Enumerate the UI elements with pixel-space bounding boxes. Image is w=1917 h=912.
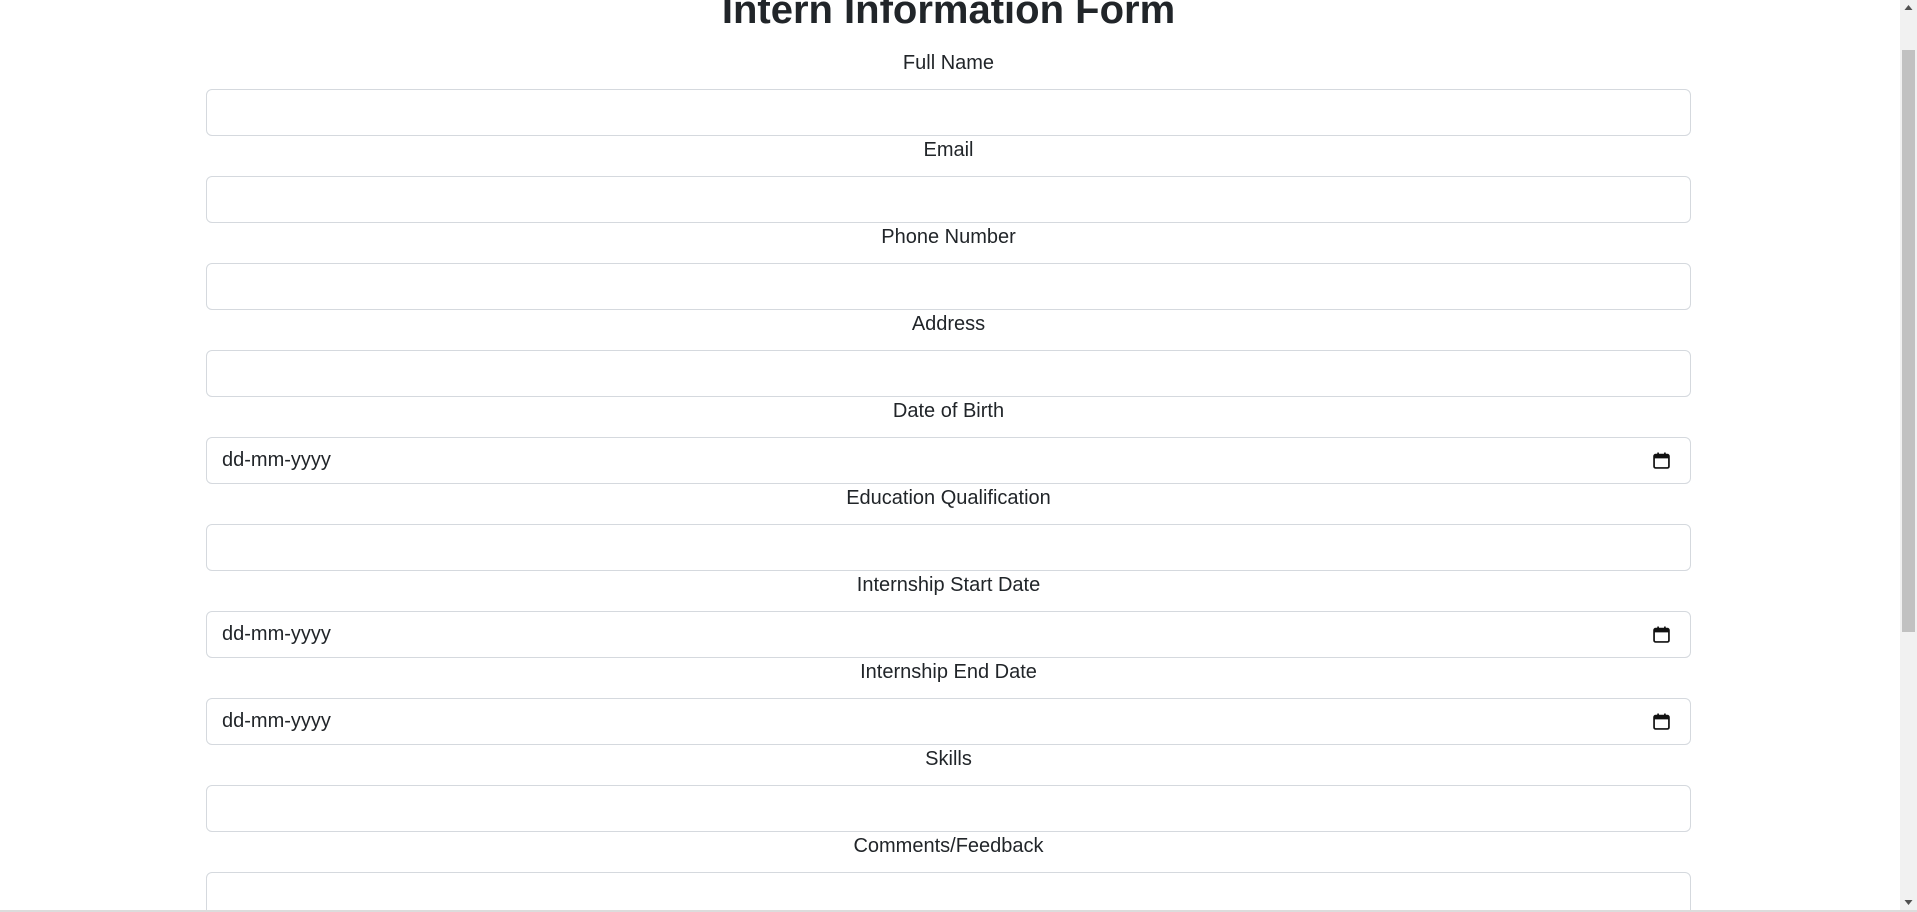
calendar-icon[interactable] [1653,626,1670,643]
internship-start-date-placeholder: dd-mm-yyyy [222,623,331,645]
skills-label: Skills [925,748,972,770]
internship-start-date-label: Internship Start Date [856,574,1041,596]
address-label: Address [911,313,986,335]
form-title: Intern Information Form [721,0,1176,32]
internship-start-date-group: Internship Start Date dd-mm-yyyy [206,573,1691,658]
calendar-icon[interactable] [1653,713,1670,730]
date-of-birth-input[interactable]: dd-mm-yyyy [206,437,1691,484]
email-input[interactable] [206,176,1691,223]
skills-group: Skills [206,747,1691,832]
full-name-group: Full Name [206,51,1691,136]
full-name-label: Full Name [902,52,995,74]
education-qualification-group: Education Qualification [206,486,1691,571]
internship-end-date-input[interactable]: dd-mm-yyyy [206,698,1691,745]
comments-feedback-label: Comments/Feedback [853,835,1044,857]
internship-end-date-label: Internship End Date [860,661,1037,683]
phone-number-label: Phone Number [881,226,1016,248]
vertical-scrollbar[interactable] [1900,0,1917,910]
comments-feedback-textarea[interactable] [206,872,1691,910]
calendar-icon[interactable] [1653,452,1670,469]
scroll-down-arrow-icon[interactable] [1900,893,1917,910]
internship-end-date-group: Internship End Date dd-mm-yyyy [206,660,1691,745]
full-name-input[interactable] [206,89,1691,136]
phone-number-group: Phone Number [206,225,1691,310]
email-group: Email [206,138,1691,223]
education-qualification-input[interactable] [206,524,1691,571]
phone-number-input[interactable] [206,263,1691,310]
date-of-birth-label: Date of Birth [892,400,1005,422]
scroll-up-arrow-icon[interactable] [1900,0,1917,17]
skills-input[interactable] [206,785,1691,832]
internship-end-date-placeholder: dd-mm-yyyy [222,710,331,732]
address-input[interactable] [206,350,1691,397]
email-label: Email [923,139,974,161]
page-viewport: Intern Information Form Full Name Email … [0,0,1900,910]
comments-feedback-group: Comments/Feedback [206,834,1691,910]
address-group: Address [206,312,1691,397]
date-of-birth-placeholder: dd-mm-yyyy [222,449,331,471]
education-qualification-label: Education Qualification [846,487,1051,509]
date-of-birth-group: Date of Birth dd-mm-yyyy [206,399,1691,484]
internship-start-date-input[interactable]: dd-mm-yyyy [206,611,1691,658]
scrollbar-thumb[interactable] [1902,50,1915,632]
